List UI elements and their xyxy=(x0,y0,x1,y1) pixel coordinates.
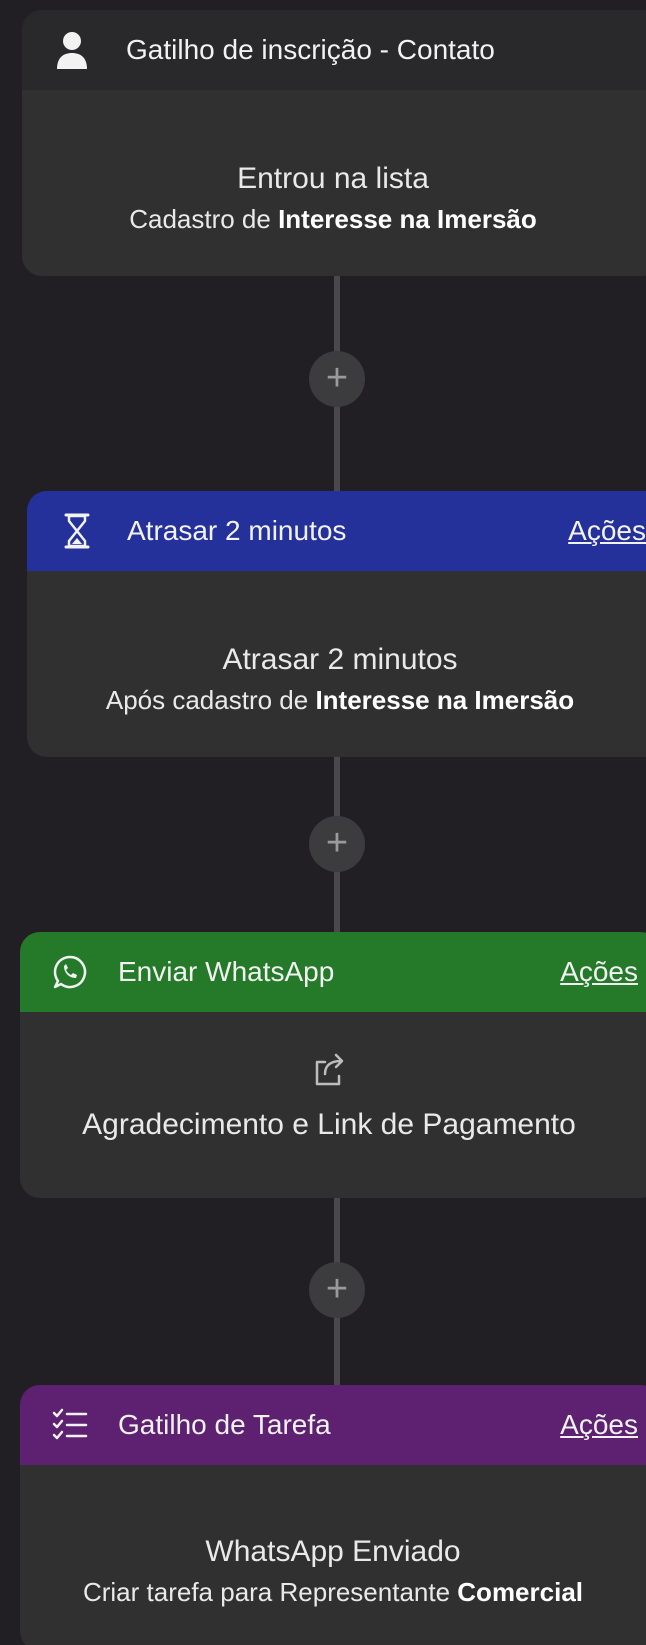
delay-card[interactable]: Atrasar 2 minutos Ações Atrasar 2 minuto… xyxy=(27,491,646,757)
trigger-card-title: Gatilho de inscrição - Contato xyxy=(126,34,495,65)
trigger-detail: Cadastro de Interesse na Imersão xyxy=(129,204,537,234)
trigger-card[interactable]: Gatilho de inscrição - Contato Entrou na… xyxy=(22,10,646,276)
trigger-card-body: Entrou na lista Cadastro de Interesse na… xyxy=(22,90,646,235)
delay-card-body: Atrasar 2 minutos Após cadastro de Inter… xyxy=(27,571,646,716)
whatsapp-card-title: Enviar WhatsApp xyxy=(118,956,335,987)
whatsapp-message-name: Agradecimento e Link de Pagamento xyxy=(82,1108,576,1141)
task-actions-link[interactable]: Ações xyxy=(560,1409,638,1441)
hourglass-icon xyxy=(57,511,97,551)
plus-icon: + xyxy=(325,357,349,399)
add-step-button[interactable]: + xyxy=(309,816,365,872)
task-assignee: Comercial xyxy=(457,1577,584,1607)
share-icon xyxy=(20,1050,638,1098)
delay-duration: Atrasar 2 minutos xyxy=(222,643,458,676)
trigger-event: Entrou na lista xyxy=(237,162,429,195)
task-trigger-event: WhatsApp Enviado xyxy=(205,1535,461,1568)
whatsapp-icon xyxy=(50,952,90,992)
delay-card-header[interactable]: Atrasar 2 minutos Ações xyxy=(27,491,646,571)
task-card-header[interactable]: Gatilho de Tarefa Ações xyxy=(20,1385,646,1465)
checklist-icon xyxy=(50,1405,90,1445)
task-card-body: WhatsApp Enviado Criar tarefa para Repre… xyxy=(20,1465,646,1608)
task-card[interactable]: Gatilho de Tarefa Ações WhatsApp Enviado… xyxy=(20,1385,646,1645)
whatsapp-actions-link[interactable]: Ações xyxy=(560,956,638,988)
delay-card-title: Atrasar 2 minutos xyxy=(127,515,347,546)
delay-detail: Após cadastro de Interesse na Imersão xyxy=(105,685,575,715)
delay-list-name: Interesse na Imersão xyxy=(315,685,575,715)
trigger-card-header[interactable]: Gatilho de inscrição - Contato xyxy=(22,10,646,90)
whatsapp-card[interactable]: Enviar WhatsApp Ações Agradecimento e Li… xyxy=(20,932,646,1198)
whatsapp-card-header[interactable]: Enviar WhatsApp Ações xyxy=(20,932,646,1012)
add-step-button[interactable]: + xyxy=(309,351,365,407)
whatsapp-card-body: Agradecimento e Link de Pagamento xyxy=(20,1012,646,1142)
delay-actions-link[interactable]: Ações xyxy=(568,515,646,547)
plus-icon: + xyxy=(325,1268,349,1310)
trigger-list-name: Interesse na Imersão xyxy=(278,204,537,234)
task-card-title: Gatilho de Tarefa xyxy=(118,1409,331,1440)
task-detail: Criar tarefa para Representante Comercia… xyxy=(82,1577,584,1607)
plus-icon: + xyxy=(325,822,349,864)
workflow-canvas: + + + Gatilho de inscrição - Contato Ent… xyxy=(0,0,646,1645)
user-icon xyxy=(52,30,92,70)
add-step-button[interactable]: + xyxy=(309,1262,365,1318)
